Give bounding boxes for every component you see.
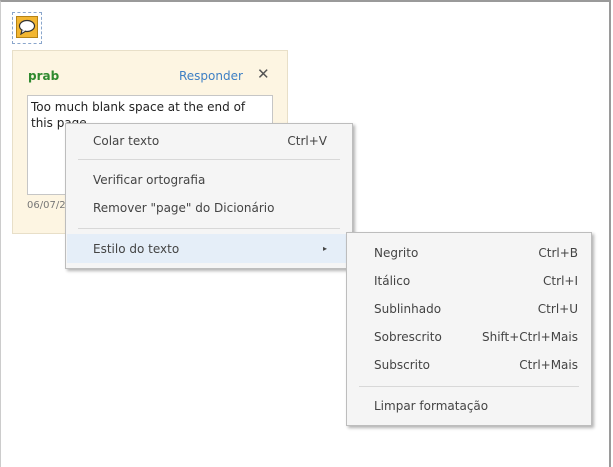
menu-separator xyxy=(78,159,340,160)
menu-item-paste[interactable]: Colar texto Ctrl+V xyxy=(67,128,351,154)
menu-item-label: Remover "page" do Dicionário xyxy=(93,201,275,215)
menu-item-label: Subscrito xyxy=(374,358,431,372)
menu-item-shortcut: Ctrl+B xyxy=(538,246,578,260)
submenu-item-subscript[interactable]: Subscrito Ctrl+Mais xyxy=(348,352,590,378)
submenu-arrow-icon: ▸ xyxy=(322,244,327,253)
close-icon[interactable]: ✕ xyxy=(257,65,270,83)
menu-item-shortcut: Ctrl+V xyxy=(287,134,327,148)
menu-item-label: Sobrescrito xyxy=(374,330,442,344)
menu-item-label: Limpar formatação xyxy=(374,399,489,413)
menu-item-text-style[interactable]: Estilo do texto ▸ xyxy=(67,234,351,263)
submenu-item-italic[interactable]: Itálico Ctrl+I xyxy=(348,268,590,294)
menu-item-shortcut: Ctrl+I xyxy=(543,274,578,288)
menu-item-remove-from-dictionary[interactable]: Remover "page" do Dicionário xyxy=(67,195,351,221)
speech-bubble-icon xyxy=(16,16,38,38)
context-menu: Colar texto Ctrl+V Verificar ortografia R… xyxy=(65,123,353,269)
menu-item-label: Itálico xyxy=(374,274,411,288)
menu-item-shortcut: Shift+Ctrl+Mais xyxy=(481,330,578,344)
submenu-item-underline[interactable]: Sublinhado Ctrl+U xyxy=(348,296,590,322)
menu-item-label: Colar texto xyxy=(93,134,160,148)
menu-item-shortcut: Ctrl+Mais xyxy=(519,358,578,372)
submenu-item-clear-formatting[interactable]: Limpar formatação xyxy=(348,393,590,419)
comment-author: prab xyxy=(28,69,60,83)
menu-separator xyxy=(359,386,579,387)
submenu-item-superscript[interactable]: Sobrescrito Shift+Ctrl+Mais xyxy=(348,324,590,350)
comment-marker[interactable] xyxy=(12,12,42,44)
comment-date: 06/07/2 xyxy=(27,200,66,211)
menu-item-label: Sublinhado xyxy=(374,302,442,316)
submenu-item-bold[interactable]: Negrito Ctrl+B xyxy=(348,240,590,266)
menu-item-label: Negrito xyxy=(374,246,419,260)
menu-separator xyxy=(78,228,340,229)
menu-item-check-spelling[interactable]: Verificar ortografia xyxy=(67,167,351,193)
menu-item-label: Verificar ortografia xyxy=(93,173,206,187)
text-style-submenu: Negrito Ctrl+B Itálico Ctrl+I Sublinhado Ct… xyxy=(346,232,592,426)
reply-link[interactable]: Responder xyxy=(179,69,243,83)
menu-item-label: Estilo do texto xyxy=(93,241,180,256)
menu-item-shortcut: Ctrl+U xyxy=(537,302,578,316)
